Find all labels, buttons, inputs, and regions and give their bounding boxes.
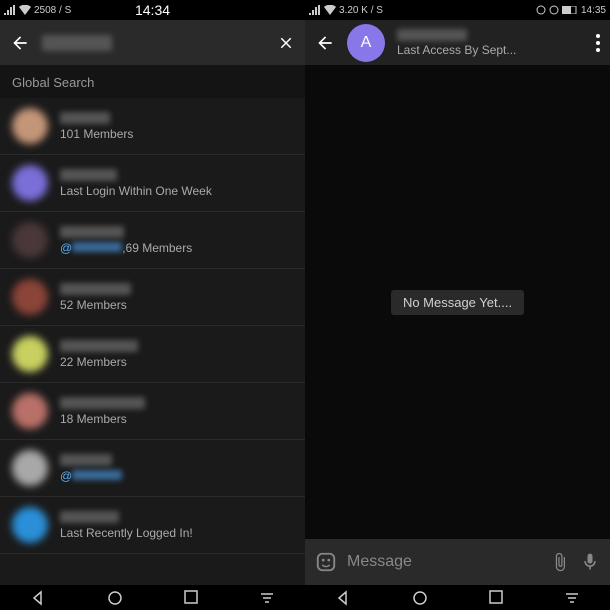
alarm-icon — [549, 5, 559, 15]
clear-icon[interactable] — [277, 34, 295, 52]
nav-bar — [0, 585, 610, 610]
item-title — [60, 283, 131, 295]
nav-home-icon[interactable] — [107, 590, 123, 606]
item-subtitle: 18 Members — [60, 412, 293, 426]
back-icon[interactable] — [10, 33, 30, 53]
list-item[interactable]: 52 Members — [0, 269, 305, 326]
list-item[interactable]: 101 Members — [0, 98, 305, 155]
nav-home-icon[interactable] — [412, 590, 428, 606]
section-label: Global Search — [0, 65, 305, 98]
net-speed: 3.20 K / S — [339, 5, 383, 16]
alarm-icon — [536, 5, 546, 15]
battery-icon — [562, 6, 578, 14]
item-content: @,69 Members — [60, 226, 293, 255]
chat-title — [397, 29, 467, 41]
list-item[interactable]: Last Login Within One Week — [0, 155, 305, 212]
status-bar-left: 2508 / S 14:34 — [0, 0, 305, 20]
attach-icon[interactable] — [550, 552, 570, 572]
avatar — [12, 108, 48, 144]
nav-recent-icon[interactable] — [489, 590, 503, 606]
nav-back-icon[interactable] — [30, 590, 46, 606]
avatar — [12, 165, 48, 201]
item-content: 18 Members — [60, 397, 293, 426]
nav-menu-icon[interactable] — [259, 590, 275, 606]
empty-message: No Message Yet.... — [391, 290, 524, 315]
net-speed: 2508 / S — [34, 5, 71, 16]
list-item[interactable]: 18 Members — [0, 383, 305, 440]
item-subtitle: Last Login Within One Week — [60, 184, 293, 198]
search-header — [0, 20, 305, 65]
item-title — [60, 340, 138, 352]
status-time: 14:34 — [135, 2, 170, 18]
avatar — [12, 393, 48, 429]
chat-body: No Message Yet.... — [305, 65, 610, 539]
item-subtitle: Last Recently Logged In! — [60, 526, 293, 540]
chat-header-info[interactable]: Last Access By Sept... — [397, 29, 516, 57]
chat-status: Last Access By Sept... — [397, 43, 516, 57]
item-content: Last Login Within One Week — [60, 169, 293, 198]
search-results: 101 Members Last Login Within One Week @,6… — [0, 98, 305, 585]
avatar — [12, 222, 48, 258]
item-subtitle: 101 Members — [60, 127, 293, 141]
item-subtitle: 22 Members — [60, 355, 293, 369]
item-content: Last Recently Logged In! — [60, 511, 293, 540]
status-bar-right: 3.20 K / S 14:35 — [305, 0, 610, 20]
nav-back-icon[interactable] — [335, 590, 351, 606]
item-content: @ — [60, 454, 293, 483]
nav-menu-icon[interactable] — [564, 590, 580, 606]
item-title — [60, 511, 119, 523]
item-content: 22 Members — [60, 340, 293, 369]
emoji-icon[interactable] — [315, 551, 337, 573]
item-subtitle: @,69 Members — [60, 241, 293, 255]
wifi-icon — [19, 5, 31, 15]
list-item[interactable]: @ — [0, 440, 305, 497]
item-title — [60, 226, 124, 238]
chat-header: A Last Access By Sept... — [305, 20, 610, 65]
mic-icon[interactable] — [580, 552, 600, 572]
item-title — [60, 397, 145, 409]
avatar — [12, 336, 48, 372]
list-item[interactable]: @,69 Members — [0, 212, 305, 269]
status-time: 14:35 — [581, 5, 606, 16]
avatar — [12, 450, 48, 486]
item-title — [60, 169, 117, 181]
wifi-icon — [324, 5, 336, 15]
nav-recent-icon[interactable] — [184, 590, 198, 606]
avatar — [12, 507, 48, 543]
item-title — [60, 454, 112, 466]
message-input[interactable]: Message — [347, 553, 540, 571]
search-input[interactable] — [42, 35, 112, 51]
list-item[interactable]: 22 Members — [0, 326, 305, 383]
item-content: 101 Members — [60, 112, 293, 141]
item-subtitle: @ — [60, 469, 293, 483]
item-title — [60, 112, 110, 124]
back-icon[interactable] — [315, 33, 335, 53]
signal-icon — [309, 5, 321, 15]
avatar[interactable]: A — [347, 24, 385, 62]
chat-input-bar: Message — [305, 539, 610, 585]
signal-icon — [4, 5, 16, 15]
more-icon[interactable] — [596, 34, 600, 52]
item-subtitle: 52 Members — [60, 298, 293, 312]
list-item[interactable]: Last Recently Logged In! — [0, 497, 305, 554]
avatar — [12, 279, 48, 315]
item-content: 52 Members — [60, 283, 293, 312]
